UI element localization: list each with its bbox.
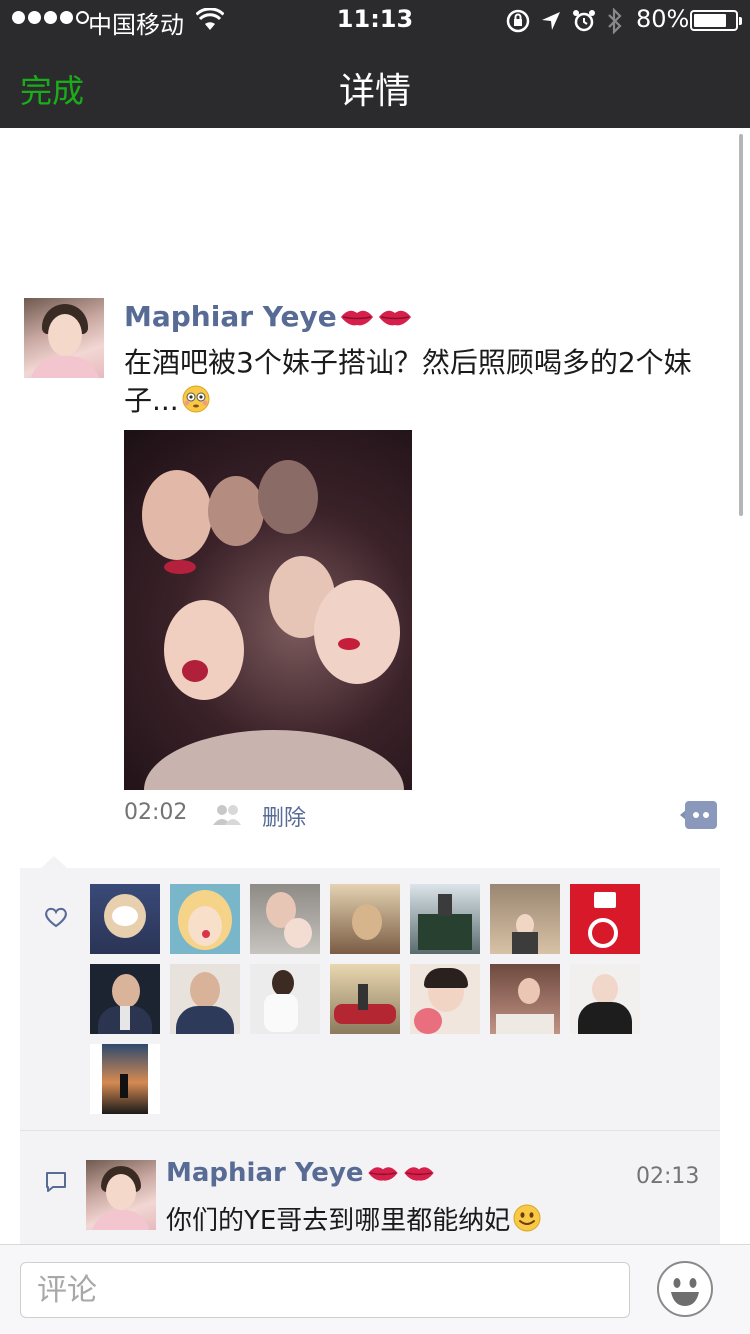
lips-emoji-icon xyxy=(340,310,373,325)
lips-emoji-icon xyxy=(403,1167,434,1181)
battery-icon xyxy=(690,10,742,31)
friends-icon xyxy=(213,805,241,825)
lips-emoji-icon xyxy=(378,310,411,325)
liker-avatar[interactable] xyxy=(170,964,240,1034)
liker-avatar[interactable] xyxy=(90,884,160,954)
liker-avatar[interactable] xyxy=(330,884,400,954)
lips-emoji-icon xyxy=(367,1167,398,1181)
liker-avatar[interactable] xyxy=(90,1044,160,1114)
smile-emoji-icon xyxy=(513,1204,541,1232)
emoji-keyboard-icon[interactable] xyxy=(656,1260,714,1318)
location-arrow-icon xyxy=(542,12,560,30)
heart-icon xyxy=(45,907,67,928)
more-icon[interactable] xyxy=(680,800,718,830)
liker-avatar[interactable] xyxy=(250,884,320,954)
battery-fill xyxy=(694,14,726,27)
liker-avatar[interactable] xyxy=(490,884,560,954)
liker-avatar[interactable] xyxy=(570,884,640,954)
battery-percent: 80% xyxy=(636,5,690,33)
page-title: 详情 xyxy=(338,71,411,112)
post-author-name: Maphiar Yeye xyxy=(124,300,337,333)
comment-author[interactable]: Maphiar Yeye xyxy=(166,1158,436,1188)
liker-avatar[interactable] xyxy=(250,964,320,1034)
flushed-emoji-icon xyxy=(182,385,210,413)
post-text: 在酒吧被3个妹子搭讪？然后照顾喝多的2个妹子... xyxy=(124,344,724,420)
post-time: 02:02 xyxy=(124,800,188,825)
delete-button[interactable]: 删除 xyxy=(262,800,306,832)
orientation-lock-icon xyxy=(506,9,530,33)
liker-avatar[interactable] xyxy=(410,964,480,1034)
liker-avatar[interactable] xyxy=(410,884,480,954)
status-bar: 中国移动 11:13 80% xyxy=(0,0,750,40)
liker-avatar[interactable] xyxy=(330,964,400,1034)
liker-avatar[interactable] xyxy=(170,884,240,954)
commenter-avatar[interactable] xyxy=(86,1160,156,1230)
comment-input[interactable] xyxy=(20,1262,630,1318)
author-avatar[interactable] xyxy=(24,298,104,378)
status-icons xyxy=(506,8,624,34)
post-author[interactable]: Maphiar Yeye xyxy=(124,300,413,333)
post-photo[interactable] xyxy=(124,430,412,790)
alarm-icon xyxy=(573,10,595,32)
liker-avatar[interactable] xyxy=(490,964,560,1034)
bluetooth-icon xyxy=(608,8,622,34)
liker-avatar[interactable] xyxy=(570,964,640,1034)
top-bar: 中国移动 11:13 80% 完成 详情 xyxy=(0,0,750,128)
liker-avatar[interactable] xyxy=(90,964,160,1034)
comment-text: 你们的YE哥去到哪里都能纳妃 xyxy=(166,1200,542,1237)
comment-text-content: 你们的YE哥去到哪里都能纳妃 xyxy=(166,1206,511,1236)
comment-icon xyxy=(46,1172,66,1192)
comment-time: 02:13 xyxy=(636,1164,700,1189)
comment-author-name: Maphiar Yeye xyxy=(166,1158,364,1188)
scrollbar[interactable] xyxy=(739,134,743,516)
